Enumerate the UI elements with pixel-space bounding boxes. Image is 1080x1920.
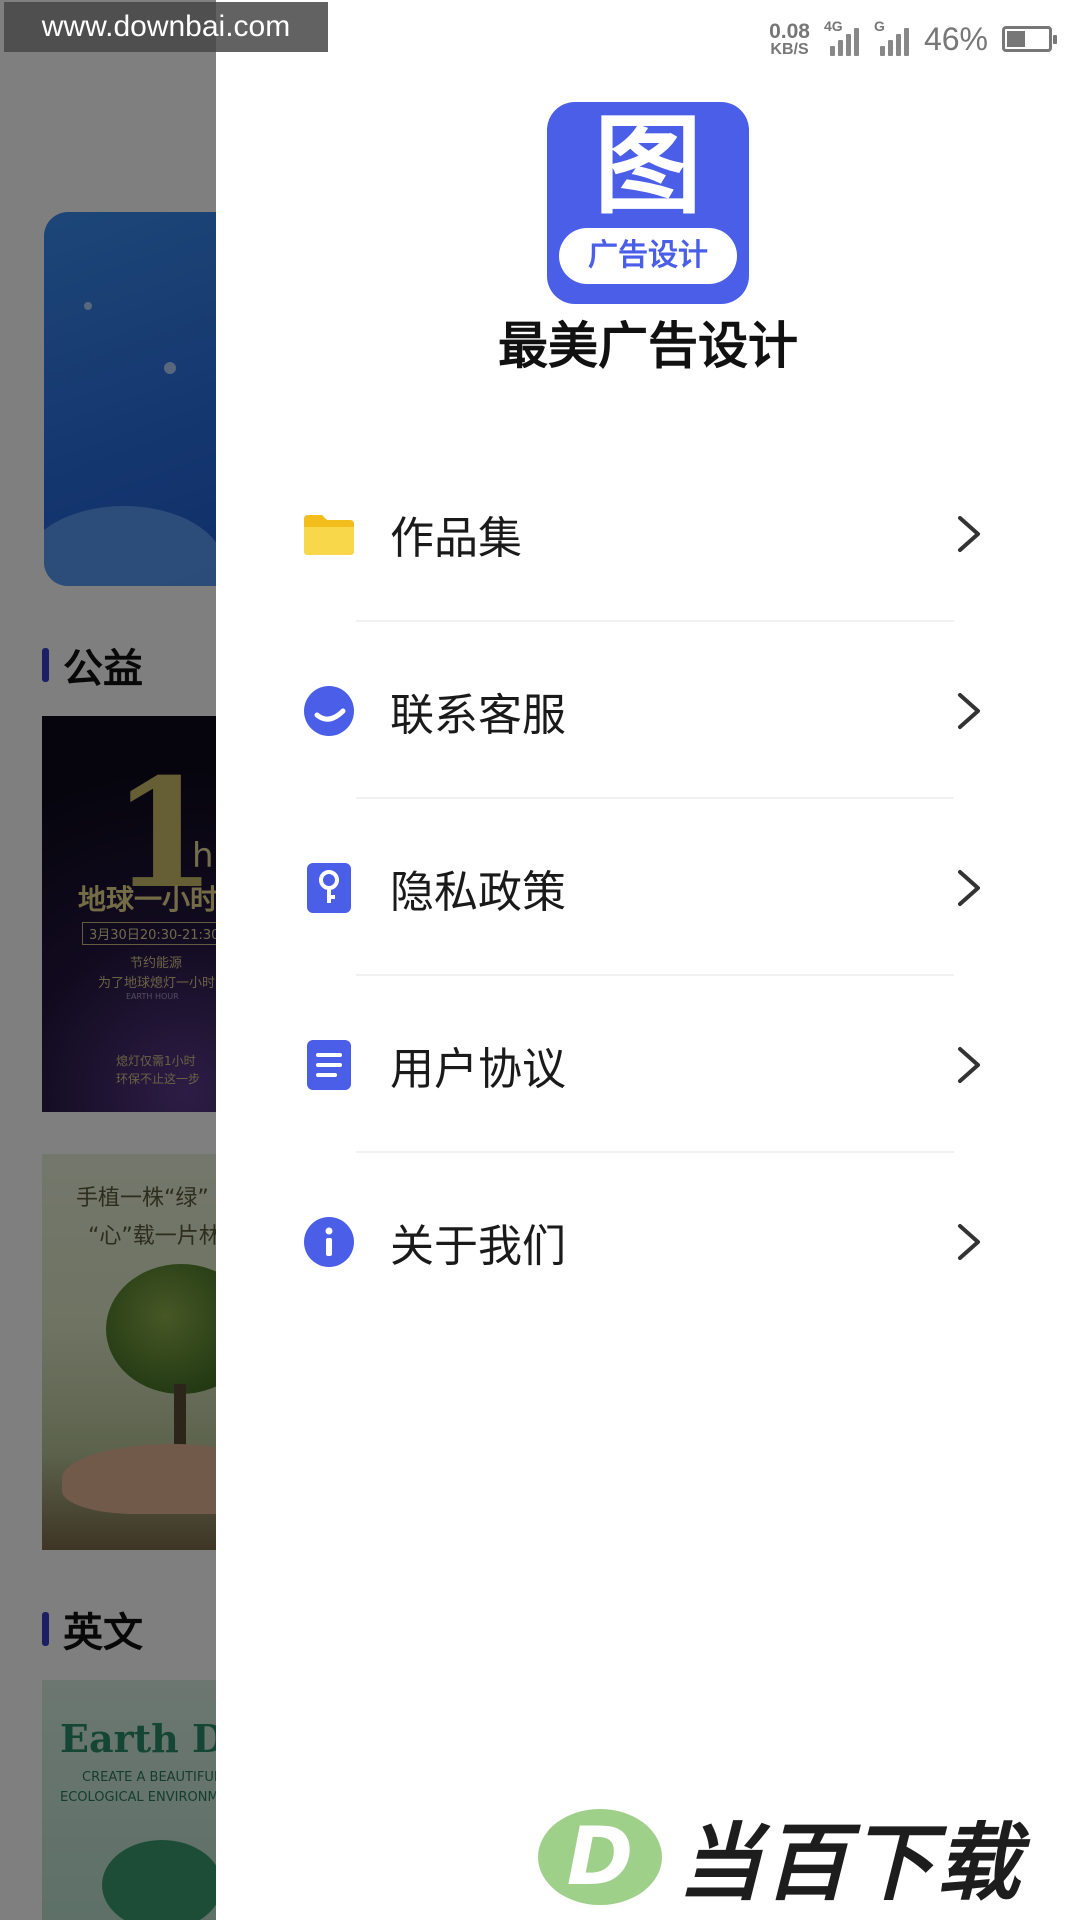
app-name: 最美广告设计 — [498, 317, 798, 375]
site-watermark: www.downbai.com — [4, 2, 328, 52]
signal-4g-icon: 4G — [824, 18, 860, 56]
network-speed-unit: KB/S — [770, 40, 809, 58]
chevron-right-icon — [958, 869, 980, 906]
drawer-menu: 作品集 联系客服 隐私政策 用户协议 关于我们 — [216, 445, 1080, 1330]
privacy-key-icon — [302, 861, 356, 915]
signal-bar — [895, 34, 901, 56]
navigation-drawer: 0.08 KB/S 4G G 46% 图 广告设计 最美广告设计 作品集 联系客… — [216, 0, 1080, 1920]
network-speed-value: 0.08 — [769, 19, 810, 43]
signal-bar — [903, 28, 909, 56]
signal-bar — [829, 46, 835, 56]
brand-text: 当百下载 — [678, 1814, 1023, 1912]
battery-percent: 46% — [923, 20, 988, 57]
signal-bar — [879, 46, 885, 56]
menu-item-privacy-policy[interactable]: 隐私政策 — [216, 799, 1080, 976]
menu-item-user-agreement[interactable]: 用户协议 — [216, 976, 1080, 1153]
menu-item-customer-service[interactable]: 联系客服 — [216, 622, 1080, 799]
network-speed: 0.08 KB/S — [769, 21, 810, 58]
status-bar: 0.08 KB/S 4G G 46% — [769, 14, 1057, 64]
menu-item-portfolio[interactable]: 作品集 — [216, 445, 1080, 622]
signal-bar — [845, 34, 851, 56]
folder-icon — [302, 507, 356, 561]
brand-logo: D — [538, 1808, 662, 1905]
document-icon — [302, 1038, 356, 1092]
chevron-right-icon — [958, 692, 980, 729]
menu-item-label: 关于我们 — [390, 1220, 566, 1272]
chevron-right-icon — [958, 515, 980, 552]
signal-bar — [853, 28, 859, 56]
brand-watermark: D 当百下载 — [538, 1796, 1022, 1917]
menu-item-label: 用户协议 — [390, 1043, 566, 1095]
signal-tag: G — [873, 18, 885, 34]
app-logo-glyph: 图 — [593, 104, 702, 229]
signal-g-icon: G — [874, 18, 910, 56]
drawer-scrim[interactable] — [0, 0, 216, 1920]
chevron-right-icon — [958, 1223, 980, 1260]
menu-item-label: 作品集 — [390, 512, 522, 564]
menu-item-about-us[interactable]: 关于我们 — [216, 1153, 1080, 1330]
brand-logo-letter: D — [566, 1809, 634, 1903]
menu-item-label: 隐私政策 — [390, 866, 566, 918]
info-icon — [302, 1215, 356, 1269]
background-app: 公益 1 h 地球一小时 3月30日20:30-21:30 节约能源 为了地球熄… — [0, 0, 216, 1920]
customer-service-icon — [302, 684, 356, 738]
signal-tag: 4G — [823, 18, 843, 34]
app-logo-pill: 广告设计 — [559, 228, 737, 284]
chevron-right-icon — [958, 1046, 980, 1083]
menu-item-label: 联系客服 — [390, 689, 566, 741]
signal-bar — [887, 40, 893, 56]
app-logo: 图 广告设计 — [547, 102, 749, 304]
battery-fill — [1007, 31, 1026, 47]
signal-bar — [837, 40, 843, 56]
battery-icon — [1002, 26, 1057, 52]
screen: 公益 1 h 地球一小时 3月30日20:30-21:30 节约能源 为了地球熄… — [0, 0, 1080, 1920]
